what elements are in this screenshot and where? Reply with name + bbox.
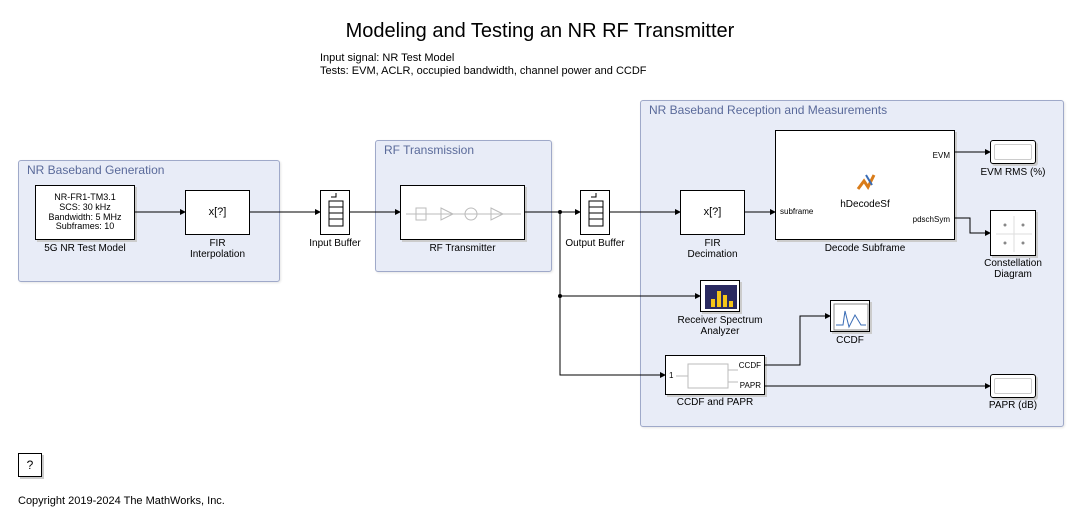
test-model-params: NR-FR1-TM3.1 SCS: 30 kHz Bandwidth: 5 MH… — [36, 186, 134, 239]
label-papr-display: PAPR (dB) — [980, 400, 1046, 411]
decode-fn: hDecodeSf — [776, 199, 954, 210]
label-decode-subframe: Decode Subframe — [775, 243, 955, 254]
label-ccdf: CCDF — [820, 335, 880, 346]
block-ccdf-papr[interactable]: 1 CCDF PAPR — [665, 355, 765, 395]
block-ccdf-scope[interactable] — [830, 300, 870, 332]
block-5g-nr-test-model[interactable]: NR-FR1-TM3.1 SCS: 30 kHz Bandwidth: 5 MH… — [35, 185, 135, 240]
block-input-buffer[interactable] — [320, 190, 350, 235]
ccdf-papr-out2: PAPR — [740, 381, 761, 390]
block-evm-display[interactable] — [990, 140, 1036, 164]
fir-interp-text: x[?] — [186, 191, 249, 234]
ccdf-papr-in: 1 — [669, 371, 673, 380]
block-output-buffer[interactable] — [580, 190, 610, 235]
group-title-gen: NR Baseband Generation — [27, 163, 164, 177]
buffer-icon — [581, 191, 611, 236]
copyright-text: Copyright 2019-2024 The MathWorks, Inc. — [18, 495, 225, 507]
label-input-buffer: Input Buffer — [300, 238, 370, 249]
group-title-rx: NR Baseband Reception and Measurements — [649, 103, 887, 117]
label-ccdf-papr: CCDF and PAPR — [660, 397, 770, 408]
fir-decim-text: x[?] — [681, 191, 744, 234]
label-fir-decim: FIR Decimation — [680, 238, 745, 260]
label-evm-display: EVM RMS (%) — [975, 167, 1051, 178]
rf-chain-icon — [401, 186, 526, 241]
ccdf-papr-out1: CCDF — [739, 361, 761, 370]
block-decode-subframe[interactable]: subframe EVM pdschSym hDecodeSf — [775, 130, 955, 240]
port-pdschsym: pdschSym — [913, 215, 950, 224]
help-button[interactable]: ? — [18, 453, 42, 477]
matlab-icon — [854, 171, 878, 195]
label-output-buffer: Output Buffer — [560, 238, 630, 249]
block-spectrum-analyzer[interactable] — [700, 280, 740, 312]
block-constellation[interactable] — [990, 210, 1036, 256]
spectrum-icon — [701, 281, 741, 313]
block-rf-transmitter[interactable] — [400, 185, 525, 240]
constellation-icon — [991, 211, 1037, 257]
label-constellation: Constellation Diagram — [970, 258, 1056, 280]
block-fir-decimation[interactable]: x[?] — [680, 190, 745, 235]
ccdf-icon — [831, 301, 871, 333]
block-papr-display[interactable] — [990, 374, 1036, 398]
label-test-model: 5G NR Test Model — [35, 243, 135, 254]
port-evm: EVM — [933, 151, 950, 160]
block-fir-interpolation[interactable]: x[?] — [185, 190, 250, 235]
group-title-rf: RF Transmission — [384, 143, 474, 157]
buffer-icon — [321, 191, 351, 236]
label-rf-transmitter: RF Transmitter — [400, 243, 525, 254]
label-rx-spectrum: Receiver Spectrum Analyzer — [660, 315, 780, 337]
label-fir-interp: FIR Interpolation — [185, 238, 250, 260]
